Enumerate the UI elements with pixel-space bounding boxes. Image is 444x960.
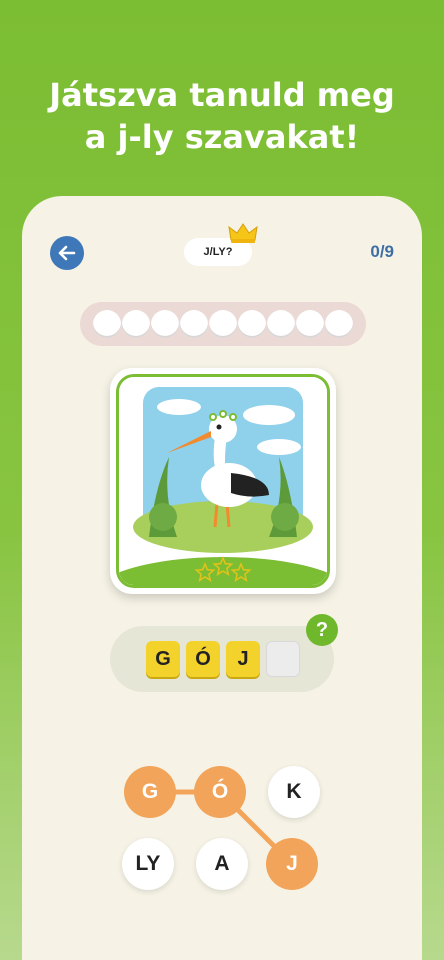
star-rating [119, 555, 327, 585]
answer-slot: G [146, 641, 180, 677]
letter-tile[interactable]: LY [122, 838, 174, 890]
headline-line-1: Játszva tanuld meg [49, 76, 395, 114]
progress-dot [151, 310, 179, 338]
letter-tile[interactable]: G [124, 766, 176, 818]
headline-line-2: a j-ly szavakat! [84, 118, 360, 156]
progress-dot [296, 310, 324, 338]
letter-tile[interactable]: A [196, 838, 248, 890]
arrow-left-icon [58, 245, 76, 261]
progress-dot [209, 310, 237, 338]
crown-icon [228, 223, 258, 243]
answer-slot: J [226, 641, 260, 677]
game-screen: J/LY? 0/9 G Ó J ? G Ó K LY A J [22, 196, 422, 960]
progress-dot [122, 310, 150, 338]
picture-frame [116, 374, 330, 588]
progress-dot [93, 310, 121, 338]
answer-slot [266, 641, 300, 677]
promo-headline: Játszva tanuld meg a j-ly szavakat! [0, 74, 444, 158]
answer-slot: Ó [186, 641, 220, 677]
game-title: J/LY? [203, 246, 233, 258]
progress-track [80, 302, 366, 346]
letter-tile[interactable]: Ó [194, 766, 246, 818]
progress-dot [238, 310, 266, 338]
progress-dot [267, 310, 295, 338]
progress-dot [325, 310, 353, 338]
question-icon: ? [315, 618, 329, 641]
progress-dot [180, 310, 208, 338]
back-button[interactable] [50, 236, 84, 270]
letter-tile[interactable]: J [266, 838, 318, 890]
letter-tile[interactable]: K [268, 766, 320, 818]
level-counter: 0/9 [370, 242, 394, 261]
hint-button[interactable]: ? [306, 614, 338, 646]
answer-tray: GÓJ [110, 626, 334, 692]
picture-card [110, 368, 336, 594]
